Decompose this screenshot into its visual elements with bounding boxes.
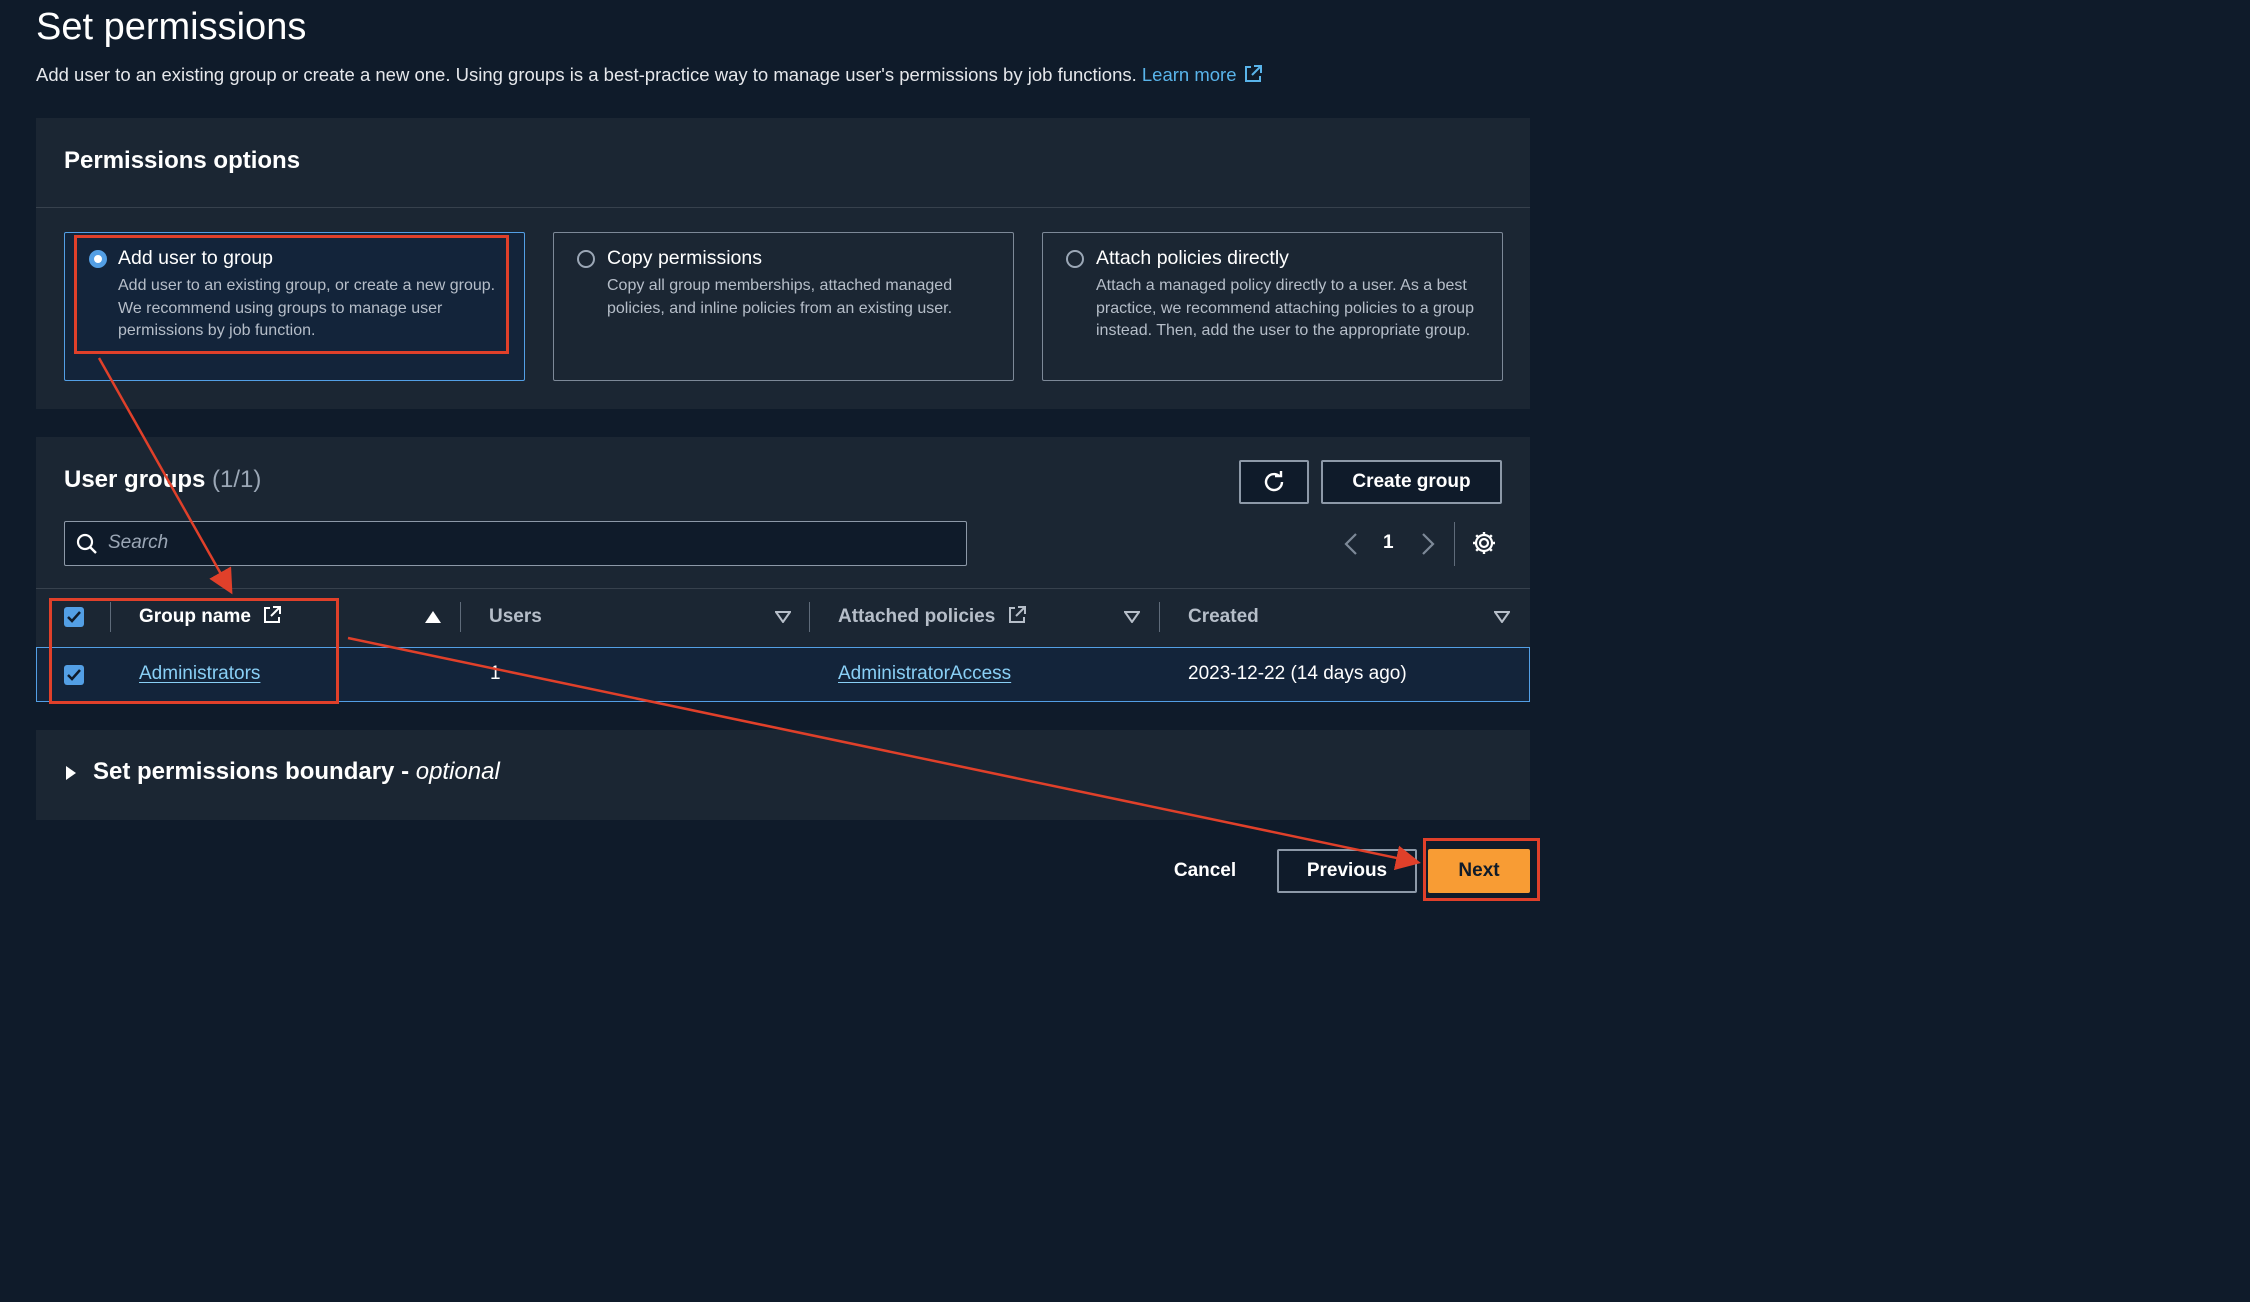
annotation-arrow (347, 636, 1421, 871)
annotation-arrow (97, 357, 233, 595)
annotation-arrows (97, 357, 1421, 871)
